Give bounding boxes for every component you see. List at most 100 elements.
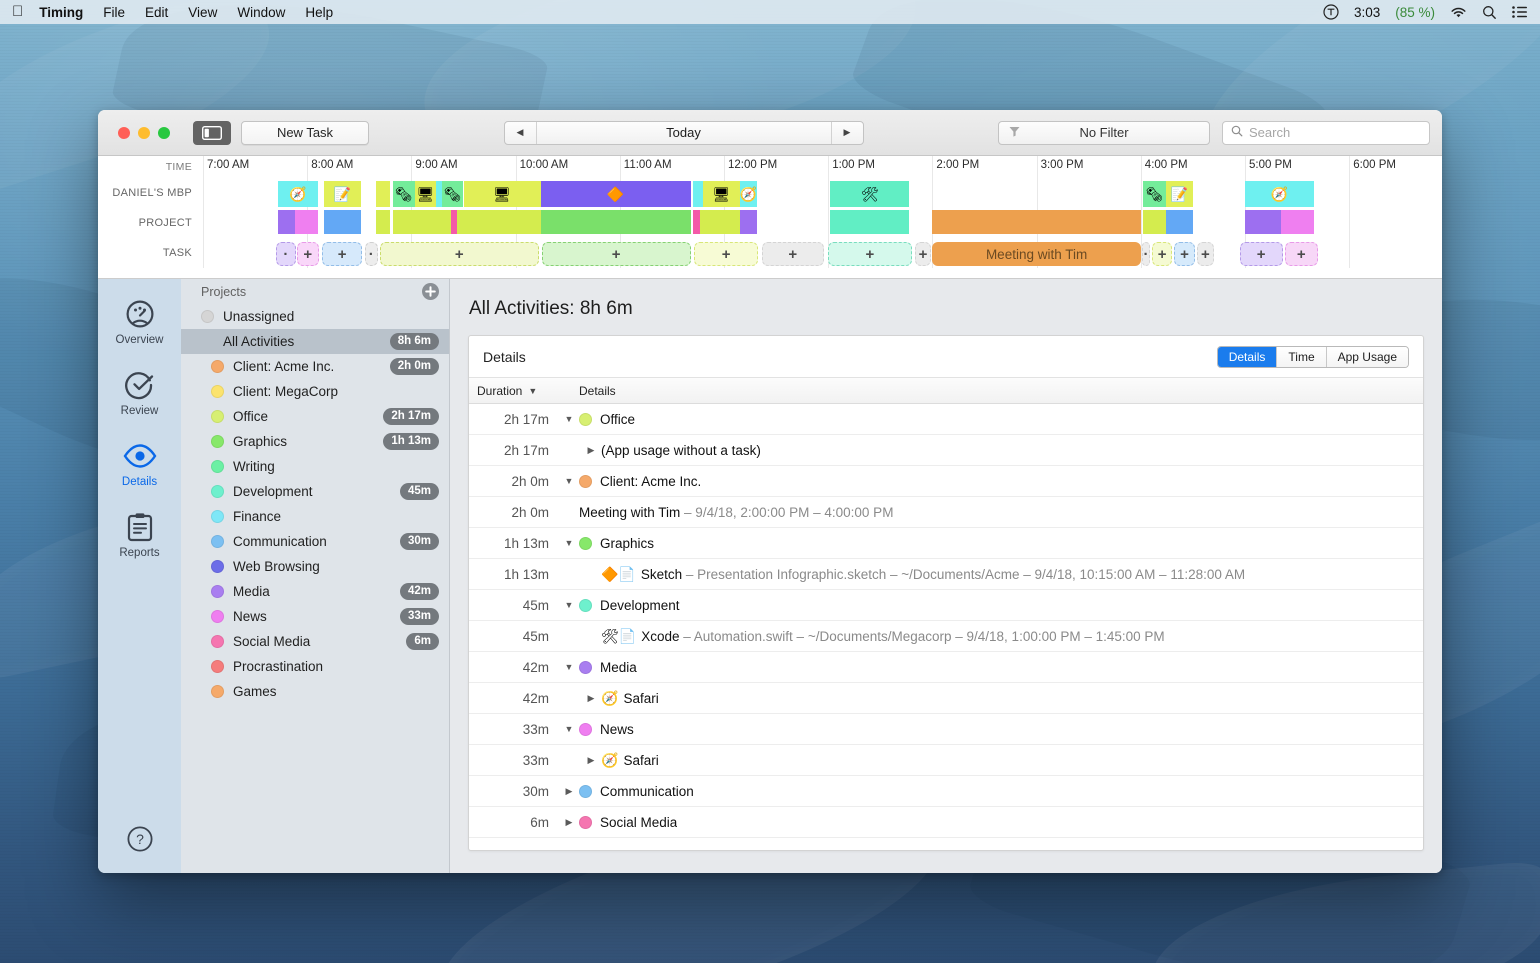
expand-triangle-icon[interactable]: ▶ (559, 786, 579, 797)
timeline-app-segment[interactable]: 📝 (323, 181, 362, 207)
table-row[interactable]: 2h 0m ▶Meeting with Tim – 9/4/18, 2:00:00… (469, 497, 1423, 528)
menubar-clock[interactable]: 3:03 (1354, 5, 1380, 20)
timeline-task-track[interactable]: · + + · + + + + + + Meeting with Tim · + + + + + (203, 238, 1442, 268)
timeline-app-segment[interactable]: 🖥 (463, 181, 541, 207)
timeline-project-segment[interactable] (278, 210, 295, 234)
filter-button[interactable]: No Filter (998, 120, 1210, 145)
timeline-task-segment[interactable]: + (1152, 242, 1173, 266)
new-task-button[interactable]: New Task (241, 120, 369, 145)
timeline-app-segment[interactable]: 📝 (1165, 181, 1193, 207)
help-button[interactable]: ? (126, 826, 153, 857)
timeline-task-segment[interactable]: + (541, 242, 691, 266)
timeline-task-segment[interactable]: + (914, 242, 932, 266)
timeline-project-segment[interactable] (739, 210, 758, 234)
timeline-task-segment[interactable]: + (828, 242, 912, 266)
table-row[interactable]: 33m ▼ News (469, 714, 1423, 745)
column-duration[interactable]: Duration ▼ (469, 384, 569, 398)
close-window-button[interactable] (118, 126, 130, 139)
table-row[interactable]: 33m ▶ 🧭 Safari (469, 745, 1423, 776)
table-row[interactable]: 1h 13m ▶🔶📄Sketch – Presentation Infograph… (469, 559, 1423, 590)
timeline-project-segment[interactable] (486, 210, 541, 234)
battery-percentage[interactable]: (85 %) (1395, 5, 1435, 20)
collapse-triangle-icon[interactable]: ▼ (559, 538, 579, 548)
table-row[interactable]: 42m ▼ Media (469, 652, 1423, 683)
timeline-app-segment[interactable]: 🧭 (1245, 181, 1314, 207)
table-row[interactable]: 2h 17m ▶ (App usage without a task) (469, 435, 1423, 466)
timeline-app-track[interactable]: 🧭 📝 🗞 🖥 🗞 🖥 🔶 🖥 🧭 🛠 🗞 📝 🧭 (203, 178, 1442, 208)
timeline-task-segment[interactable]: · (275, 242, 296, 266)
timeline-app-segment[interactable]: 🛠 (830, 181, 910, 207)
table-row[interactable]: 2h 17m ▼ Office (469, 404, 1423, 435)
nav-item-review[interactable]: Review (98, 368, 181, 417)
collapse-triangle-icon[interactable]: ▼ (559, 476, 579, 486)
timeline-project-track[interactable] (203, 208, 1442, 238)
timeline-task-segment[interactable]: + (693, 242, 759, 266)
timeline-task-segment[interactable]: + (1174, 242, 1195, 266)
timeline-project-segment[interactable] (1165, 210, 1193, 234)
timeline-app-segment[interactable]: 🗞 (441, 181, 464, 207)
minimize-window-button[interactable] (138, 126, 150, 139)
timeline-project-segment[interactable] (1245, 210, 1282, 234)
apple-logo-icon[interactable]:  (12, 4, 23, 19)
table-row[interactable]: 42m ▶ 🧭 Safari (469, 683, 1423, 714)
timeline-hours-track[interactable]: 7:00 AM 8:00 AM 9:00 AM 10:00 AM 11:00 AM 12:… (203, 156, 1442, 178)
sidebar-item-finance[interactable]: Finance (181, 504, 449, 529)
menu-item-file[interactable]: File (103, 5, 125, 20)
timeline-app-segment[interactable]: 🧭 (739, 181, 758, 207)
timeline-task-segment[interactable]: + (380, 242, 539, 266)
sidebar-item-procrastination[interactable]: Procrastination (181, 654, 449, 679)
maximize-window-button[interactable] (158, 126, 170, 139)
sidebar-item-development[interactable]: Development 45m (181, 479, 449, 504)
table-row[interactable]: 30m ▶ Communication (469, 776, 1423, 807)
previous-day-button[interactable]: ◀ (505, 121, 537, 144)
timeline-app-segment[interactable]: 🗞 (392, 181, 415, 207)
sidebar-item-web-browsing[interactable]: Web Browsing (181, 554, 449, 579)
timeline-app-segment[interactable]: 🧭 (278, 181, 318, 207)
sidebar-item-social-media[interactable]: Social Media 6m (181, 629, 449, 654)
timeline-task-segment[interactable]: Meeting with Tim (932, 242, 1141, 266)
menu-item-edit[interactable]: Edit (145, 5, 168, 20)
timeline-project-segment[interactable] (1281, 210, 1314, 234)
notification-center-icon[interactable] (1512, 6, 1528, 18)
timeline-task-segment[interactable]: · (364, 242, 379, 266)
wifi-icon[interactable] (1450, 6, 1467, 19)
menu-item-help[interactable]: Help (305, 5, 333, 20)
nav-item-overview[interactable]: Overview (98, 297, 181, 346)
sidebar-item-media[interactable]: Media 42m (181, 579, 449, 604)
next-day-button[interactable]: ▶ (830, 121, 863, 144)
timeline-project-segment[interactable] (294, 210, 318, 234)
search-input[interactable] (1249, 125, 1429, 140)
timeline-project-segment[interactable] (830, 210, 910, 234)
menu-item-timing[interactable]: Timing (39, 5, 83, 20)
timeline-project-segment[interactable] (375, 210, 390, 234)
sidebar-item-writing[interactable]: Writing (181, 454, 449, 479)
expand-triangle-icon[interactable]: ▶ (581, 445, 601, 456)
timeline-task-segment[interactable]: · (1141, 242, 1151, 266)
expand-triangle-icon[interactable]: ▶ (559, 817, 579, 828)
table-row[interactable]: 45m ▶🛠📄Xcode – Automation.swift – ~/Docum… (469, 621, 1423, 652)
nav-item-details[interactable]: Details (98, 439, 181, 488)
timeline-project-segment[interactable] (323, 210, 362, 234)
collapse-triangle-icon[interactable]: ▼ (559, 414, 579, 424)
sidebar-item-communication[interactable]: Communication 30m (181, 529, 449, 554)
timeline-app-segment[interactable]: 🖥 (414, 181, 437, 207)
timeline-project-segment[interactable] (692, 210, 701, 234)
sidebar-item-client-acme-inc[interactable]: Client: Acme Inc. 2h 0m (181, 354, 449, 379)
sidebar-item-all-activities[interactable]: All Activities 8h 6m (181, 329, 449, 354)
collapse-triangle-icon[interactable]: ▼ (559, 662, 579, 672)
menu-item-view[interactable]: View (188, 5, 217, 20)
timeline-project-segment[interactable] (540, 210, 691, 234)
date-range-label[interactable]: Today (537, 122, 831, 144)
timeline-app-segment[interactable] (692, 181, 704, 207)
sidebar-toggle-icon[interactable] (193, 120, 231, 145)
menu-item-window[interactable]: Window (237, 5, 285, 20)
timeline-project-segment[interactable] (1142, 210, 1166, 234)
timeline-project-segment[interactable] (700, 210, 740, 234)
timeline-task-segment[interactable]: + (296, 242, 319, 266)
tab-details[interactable]: Details (1217, 346, 1278, 367)
collapse-triangle-icon[interactable]: ▼ (559, 724, 579, 734)
sidebar-item-games[interactable]: Games (181, 679, 449, 704)
plus-circle-icon[interactable] (422, 283, 439, 300)
expand-triangle-icon[interactable]: ▶ (581, 693, 601, 704)
table-row[interactable]: 45m ▼ Development (469, 590, 1423, 621)
